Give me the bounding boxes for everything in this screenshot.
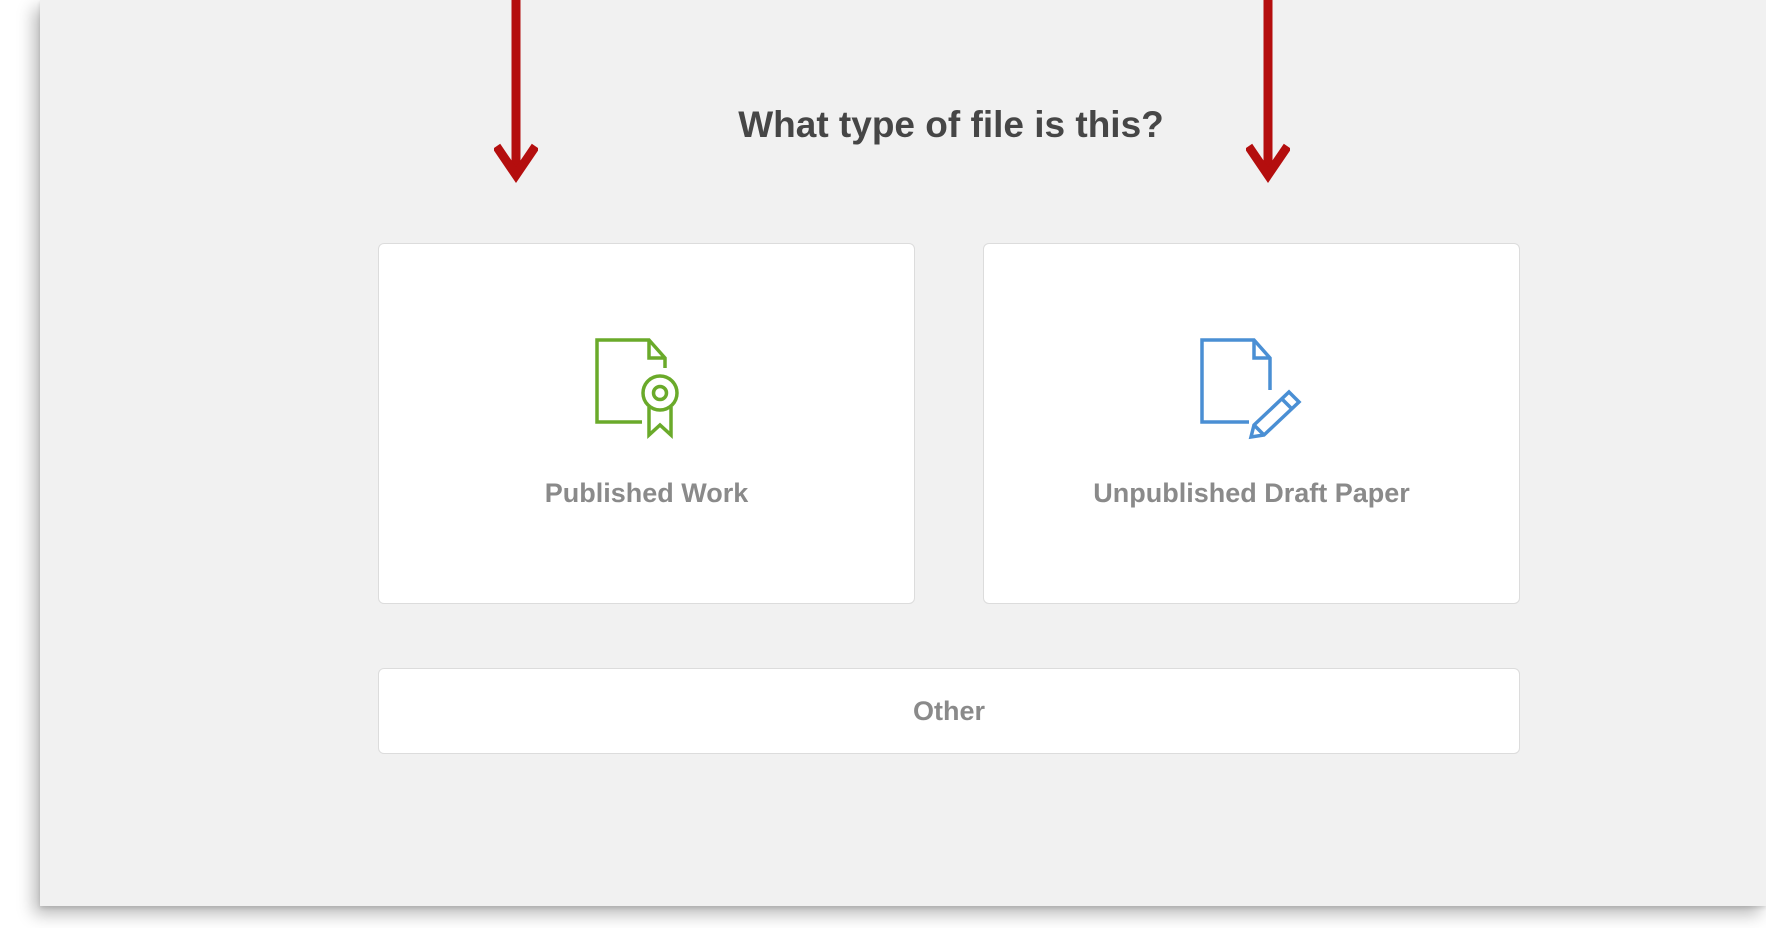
unpublished-draft-paper-label: Unpublished Draft Paper — [1093, 478, 1410, 508]
published-work-label: Published Work — [544, 478, 749, 508]
page-title: What type of file is this? — [738, 104, 1164, 145]
certificate-document-icon — [594, 338, 679, 439]
file-type-panel: What type of file is this? Published Wor… — [40, 0, 1766, 906]
screenshot-stage: What type of file is this? Published Wor… — [0, 0, 1766, 928]
published-work-card[interactable]: Published Work — [378, 243, 915, 604]
edit-document-icon — [1199, 338, 1302, 440]
red-arrow-down-icon — [1246, 0, 1290, 184]
other-button[interactable]: Other — [378, 668, 1520, 754]
unpublished-draft-paper-card[interactable]: Unpublished Draft Paper — [983, 243, 1520, 604]
red-arrow-down-icon — [494, 0, 538, 184]
